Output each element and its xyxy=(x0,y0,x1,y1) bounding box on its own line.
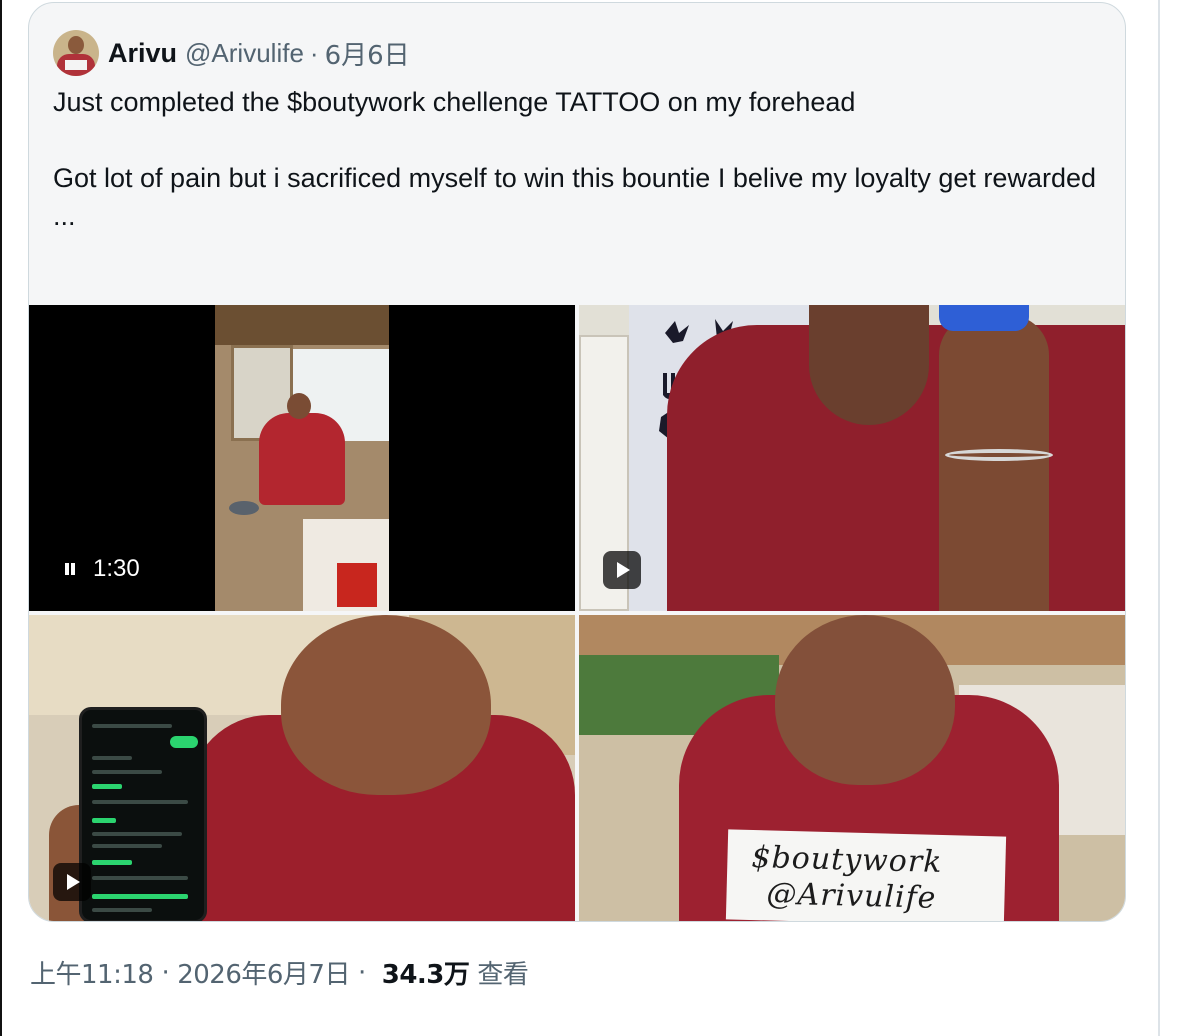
media-grid: 1:30 $boutywork @Arivulife xyxy=(29,305,1125,921)
video-controls: 1:30 xyxy=(63,555,140,583)
tweet-text-ellipsis: ... xyxy=(53,201,76,231)
media-video-2[interactable] xyxy=(579,305,1125,611)
video-player[interactable]: 1:30 xyxy=(29,305,575,611)
post-date[interactable]: 6月6日 xyxy=(325,35,410,72)
media-video-3[interactable] xyxy=(29,615,575,921)
play-icon[interactable] xyxy=(603,551,641,589)
tweet-meta: 上午11:18 · 2026年6月7日 · 34.3万 查看 xyxy=(30,954,529,991)
views-label: 查看 xyxy=(477,960,529,990)
post-full-date[interactable]: 2026年6月7日 xyxy=(177,954,350,991)
display-name[interactable]: Arivu xyxy=(108,38,177,69)
video-frame xyxy=(215,305,389,611)
avatar[interactable] xyxy=(53,30,99,76)
tweet-header: Arivu @Arivulife · 6月6日 xyxy=(53,29,410,77)
quoted-tweet-card[interactable]: Arivu @Arivulife · 6月6日 Just completed t… xyxy=(28,2,1126,922)
sign-text-line: $boutywork xyxy=(751,840,943,880)
play-icon[interactable] xyxy=(53,863,91,901)
handwritten-sign: $boutywork @Arivulife xyxy=(725,829,1007,921)
pause-icon[interactable] xyxy=(63,561,77,577)
tweet-text-line: Got lot of pain but i sacrificed myself … xyxy=(53,163,1096,193)
phone-screen xyxy=(79,707,207,921)
user-handle[interactable]: @Arivulife xyxy=(185,38,304,69)
sign-text-line: @Arivulife xyxy=(766,876,937,916)
tweet-text-line: Just completed the $boutywork chellenge … xyxy=(53,87,856,117)
separator-dot: · xyxy=(161,957,170,988)
sidebar-divider xyxy=(1158,0,1160,1036)
separator-dot: · xyxy=(309,37,319,68)
post-time[interactable]: 上午11:18 xyxy=(30,954,154,991)
media-image-4[interactable]: $boutywork @Arivulife xyxy=(579,615,1125,921)
window-edge xyxy=(0,0,2,1036)
views-count: 34.3万 xyxy=(381,960,470,990)
tweet-text: Just completed the $boutywork chellenge … xyxy=(53,83,1103,235)
video-duration: 1:30 xyxy=(93,555,140,582)
separator-dot: · xyxy=(357,957,366,988)
